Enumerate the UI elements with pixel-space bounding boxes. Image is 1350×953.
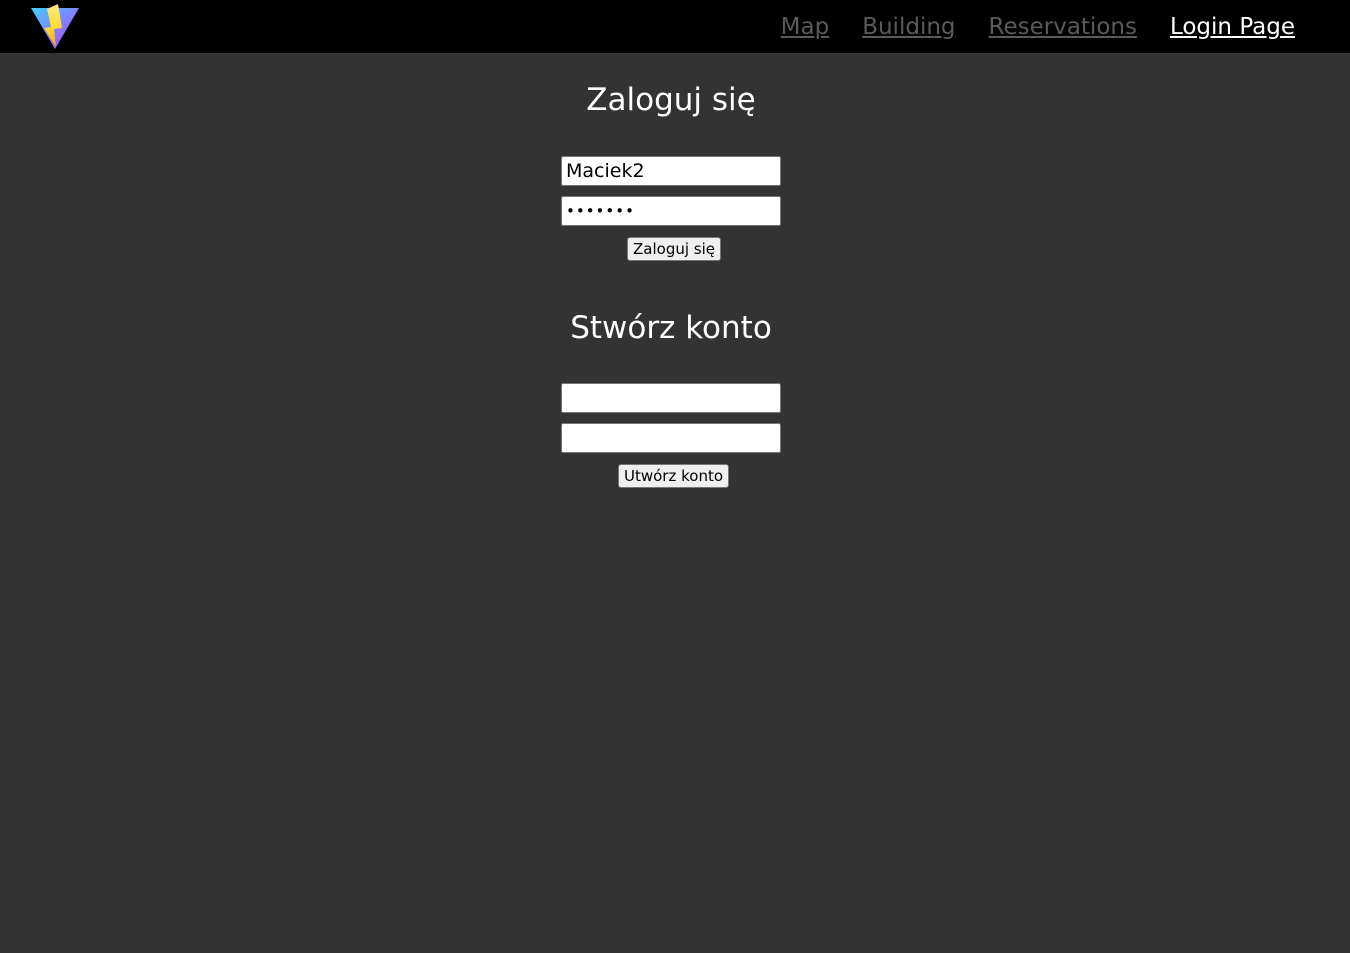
nav-link-login-page[interactable]: Login Page [1170,10,1295,44]
nav-link-building[interactable]: Building [862,10,955,44]
login-username-input[interactable] [561,156,781,186]
navbar: Map Building Reservations Login Page [0,0,1350,53]
register-password-input[interactable] [561,423,781,453]
register-username-input[interactable] [561,383,781,413]
login-button[interactable]: Zaloguj się [627,237,721,261]
nav-links: Map Building Reservations Login Page [781,10,1295,44]
create-account-button[interactable]: Utwórz konto [618,464,730,488]
main-content: Zaloguj się Zaloguj się Stwórz konto Utw… [0,53,1350,953]
login-password-input[interactable] [561,196,781,226]
nav-link-reservations[interactable]: Reservations [989,10,1137,44]
vite-logo-icon[interactable] [30,3,80,51]
login-title: Zaloguj się [586,82,756,118]
register-title: Stwórz konto [570,310,772,346]
nav-link-map[interactable]: Map [781,10,830,44]
